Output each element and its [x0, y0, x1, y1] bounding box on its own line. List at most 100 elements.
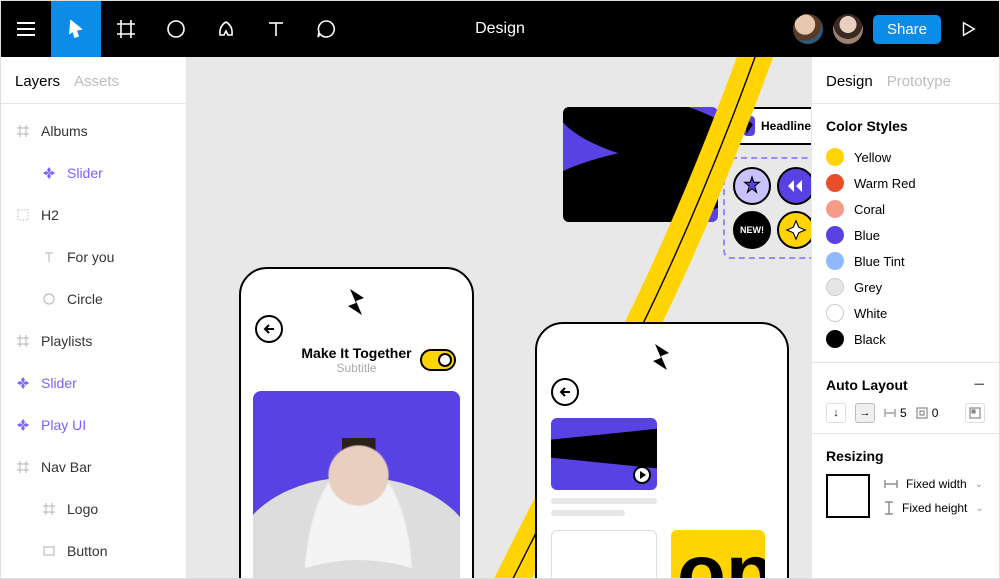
shape-tool[interactable]	[151, 1, 201, 57]
layer-row-slider[interactable]: Slider	[1, 362, 186, 404]
swatch-label: Blue	[854, 228, 880, 243]
swatch-label: Warm Red	[854, 176, 916, 191]
direction-horizontal-button[interactable]: →	[855, 403, 875, 423]
swatch-label: Coral	[854, 202, 885, 217]
auto-layout-section: Auto Layout − ↓ → 5 0	[812, 363, 999, 434]
comment-tool[interactable]	[301, 1, 351, 57]
tile-empty[interactable]	[551, 530, 657, 578]
spacing-field[interactable]: 5	[884, 406, 907, 420]
back-button[interactable]	[255, 315, 283, 343]
toggle-switch[interactable]	[420, 349, 456, 371]
resizing-preview[interactable]	[826, 474, 870, 518]
color-styles-header: Color Styles	[826, 118, 908, 134]
tab-assets[interactable]: Assets	[74, 73, 119, 90]
play-icon[interactable]	[633, 466, 651, 484]
layer-row-slider[interactable]: Slider	[1, 152, 186, 194]
width-resize-mode[interactable]: Fixed width ⌄	[884, 477, 984, 491]
layers-list: Albums Slider H2 For you Circle Playlists Slid…	[1, 104, 186, 578]
color-style-blue[interactable]: Blue	[826, 222, 985, 248]
swatch-icon	[826, 226, 844, 244]
component-icon	[15, 377, 31, 389]
text-tool[interactable]	[251, 1, 301, 57]
color-style-white[interactable]: White	[826, 300, 985, 326]
hamburger-menu[interactable]	[1, 1, 51, 57]
color-style-blue-tint[interactable]: Blue Tint	[826, 248, 985, 274]
tile-caption-placeholder	[551, 498, 657, 516]
workarea: Layers Assets Albums Slider H2 For you Circl…	[1, 57, 999, 578]
back-button[interactable]	[551, 378, 579, 406]
color-style-grey[interactable]: Grey	[826, 274, 985, 300]
layer-row-nav-bar[interactable]: Nav Bar	[1, 446, 186, 488]
layer-label: Logo	[67, 501, 98, 517]
left-panel-tabs: Layers Assets	[1, 57, 186, 104]
layer-row-button[interactable]: Button	[1, 530, 186, 572]
swatch-icon	[826, 174, 844, 192]
frame-icon	[41, 503, 57, 515]
layer-row-h2[interactable]: H2	[1, 194, 186, 236]
frame-tool[interactable]	[101, 1, 151, 57]
move-tool[interactable]	[51, 1, 101, 57]
tile-yellow[interactable]: op	[671, 530, 765, 578]
layer-label: Button	[67, 543, 107, 559]
album-art	[253, 391, 460, 578]
component-icon	[15, 419, 31, 431]
collaborator-avatar-2[interactable]	[833, 14, 863, 44]
color-style-warm-red[interactable]: Warm Red	[826, 170, 985, 196]
remove-auto-layout-button[interactable]: −	[973, 380, 985, 390]
layer-label: Slider	[67, 165, 103, 181]
alignment-panel-button[interactable]	[965, 403, 985, 423]
app-logo-icon	[241, 289, 472, 315]
layer-row-circle[interactable]: Circle	[1, 278, 186, 320]
layer-row-albums[interactable]: Albums	[1, 110, 186, 152]
layer-row-play-ui[interactable]: Play UI	[1, 404, 186, 446]
present-button[interactable]	[951, 1, 985, 57]
collaborator-avatar-1[interactable]	[793, 14, 823, 44]
color-style-black[interactable]: Black	[826, 326, 985, 352]
right-panel-tabs: Design Prototype	[812, 57, 999, 104]
frame-dotted-icon	[15, 209, 31, 221]
resizing-header: Resizing	[826, 448, 884, 464]
toolbar: Design Share	[1, 1, 999, 57]
height-resize-mode[interactable]: Fixed height ⌄	[884, 501, 984, 515]
direction-vertical-button[interactable]: ↓	[826, 403, 846, 423]
canvas[interactable]: Headline NEW!	[187, 57, 811, 578]
resizing-section: Resizing Fixed width ⌄ Fixed height ⌄	[812, 434, 999, 528]
layer-label: Slider	[41, 375, 77, 391]
track-subtitle: Subtitle	[293, 361, 420, 375]
auto-layout-controls: ↓ → 5 0	[826, 403, 985, 423]
tab-design[interactable]: Design	[826, 73, 873, 90]
tab-layers[interactable]: Layers	[15, 73, 60, 90]
swatch-label: Blue Tint	[854, 254, 905, 269]
swatch-label: Yellow	[854, 150, 891, 165]
auto-layout-header: Auto Layout	[826, 377, 908, 393]
share-button[interactable]: Share	[873, 15, 941, 44]
color-style-yellow[interactable]: Yellow	[826, 144, 985, 170]
artboard-player[interactable]: Make It Together Subtitle	[239, 267, 474, 578]
tab-prototype[interactable]: Prototype	[887, 73, 951, 90]
swatch-icon	[826, 304, 844, 322]
layer-row-logo[interactable]: Logo	[1, 488, 186, 530]
rect-icon	[41, 545, 57, 557]
layer-label: Circle	[67, 291, 103, 307]
left-panel: Layers Assets Albums Slider H2 For you Circl…	[1, 57, 187, 578]
component-icon	[41, 167, 57, 179]
pen-tool[interactable]	[201, 1, 251, 57]
swatch-label: White	[854, 306, 887, 321]
swatch-icon	[826, 278, 844, 296]
svg-text:op: op	[677, 530, 765, 578]
padding-field[interactable]: 0	[916, 406, 939, 420]
frame-icon	[15, 335, 31, 347]
layer-row-playlists[interactable]: Playlists	[1, 320, 186, 362]
swatch-icon	[826, 252, 844, 270]
tile-video[interactable]	[551, 418, 657, 516]
toolbar-right-group: Share	[793, 1, 999, 57]
text-icon	[41, 251, 57, 263]
swatch-icon	[826, 330, 844, 348]
layer-label: Playlists	[41, 333, 92, 349]
ellipse-icon	[41, 293, 57, 305]
swatch-icon	[826, 148, 844, 166]
layer-label: H2	[41, 207, 59, 223]
layer-row-for-you[interactable]: For you	[1, 236, 186, 278]
artboard-browse[interactable]: op	[535, 322, 789, 578]
color-style-coral[interactable]: Coral	[826, 196, 985, 222]
